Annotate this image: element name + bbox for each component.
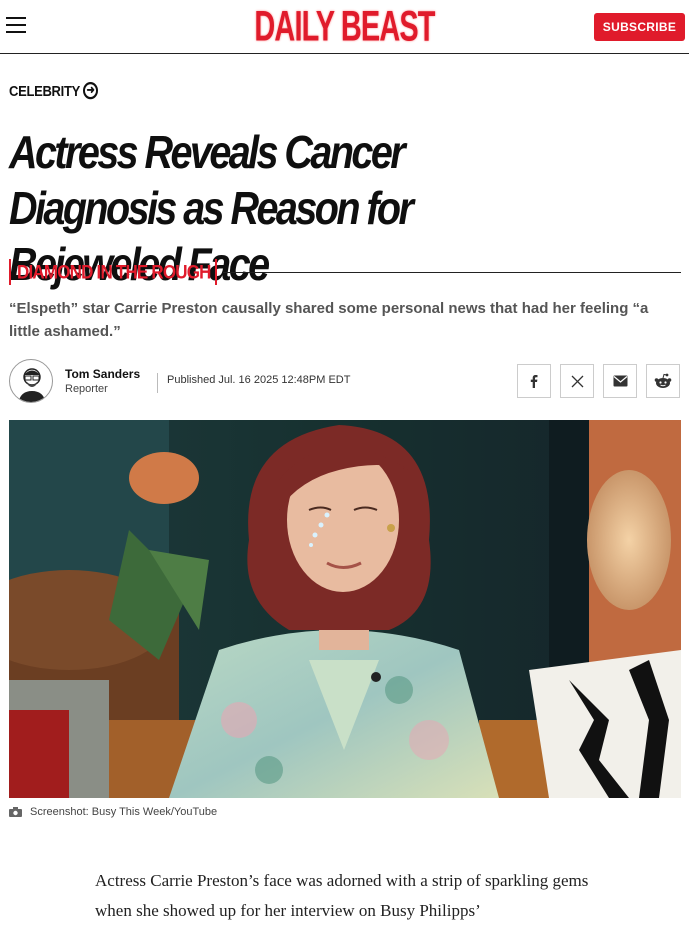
byline: Tom Sanders Reporter Published Jul. 16 2… bbox=[9, 359, 681, 405]
email-icon bbox=[613, 375, 627, 387]
kicker-bar-right bbox=[215, 259, 217, 285]
article-kicker: DIAMOND IN THE ROUGH bbox=[17, 261, 211, 283]
hamburger-menu-icon[interactable] bbox=[6, 16, 28, 34]
top-navigation-bar: DAILY BEAST SUBSCRIBE bbox=[0, 0, 689, 54]
arrow-circle-right-icon: ➜ bbox=[82, 82, 98, 100]
camera-icon bbox=[9, 807, 22, 817]
category-link[interactable]: CELEBRITY ➜ bbox=[9, 82, 98, 100]
kicker-row: DIAMOND IN THE ROUGH bbox=[9, 259, 681, 287]
subscribe-button[interactable]: SUBSCRIBE bbox=[594, 13, 685, 41]
facebook-share-button[interactable] bbox=[517, 364, 551, 398]
email-share-button[interactable] bbox=[603, 364, 637, 398]
author-name[interactable]: Tom Sanders bbox=[65, 367, 140, 381]
image-caption: Screenshot: Busy This Week/YouTube bbox=[9, 806, 217, 818]
caption-text: Screenshot: Busy This Week/YouTube bbox=[30, 806, 218, 818]
author-avatar[interactable] bbox=[9, 359, 53, 403]
hero-image[interactable] bbox=[9, 420, 681, 798]
category-label: CELEBRITY bbox=[9, 82, 80, 100]
kicker-bar-left bbox=[9, 259, 11, 285]
reddit-share-button[interactable] bbox=[646, 364, 680, 398]
article-dek: “Elspeth” star Carrie Preston causally s… bbox=[9, 300, 649, 340]
reddit-icon bbox=[654, 373, 672, 388]
x-icon bbox=[571, 375, 583, 387]
published-date: Published Jul. 16 2025 12:48PM EDT bbox=[167, 374, 351, 386]
kicker-divider-line bbox=[223, 272, 681, 273]
author-role: Reporter bbox=[65, 383, 108, 395]
site-logo[interactable]: DAILY BEAST bbox=[52, 4, 638, 49]
x-share-button[interactable] bbox=[560, 364, 594, 398]
byline-divider bbox=[157, 373, 158, 393]
article-body-paragraph: Actress Carrie Preston’s face was adorne… bbox=[95, 871, 589, 920]
facebook-icon bbox=[530, 375, 538, 388]
